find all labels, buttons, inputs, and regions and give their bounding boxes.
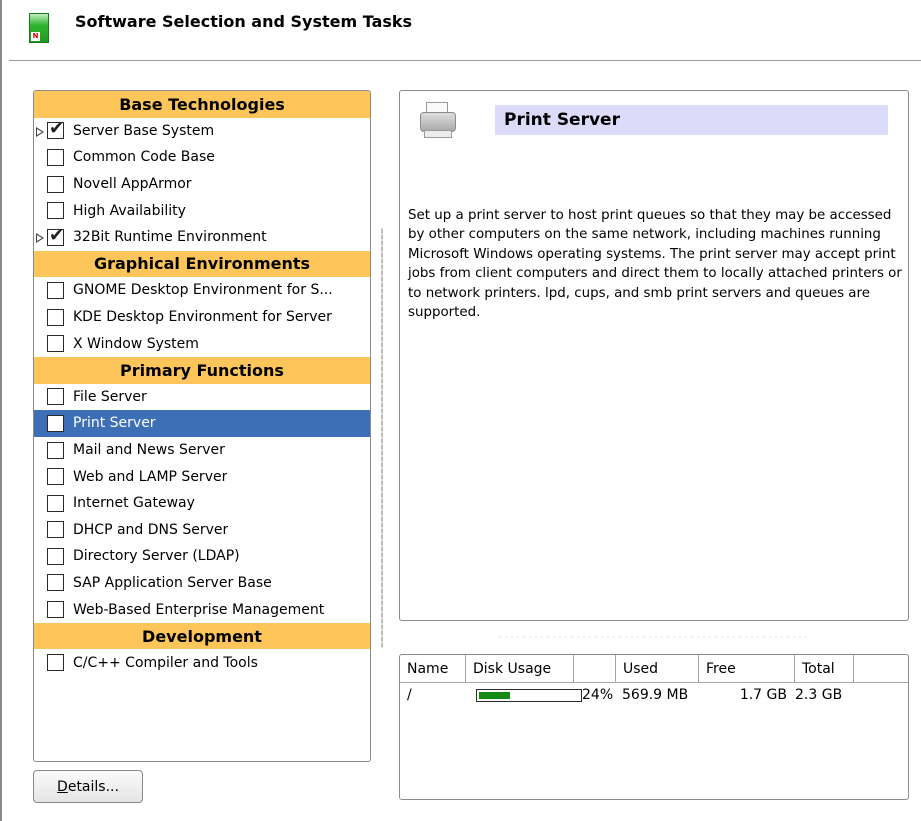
page-title: Software Selection and System Tasks: [75, 12, 413, 31]
pattern-checkbox[interactable]: [47, 574, 64, 592]
disk-usage-bar: [476, 689, 582, 702]
pattern-item[interactable]: Server Base System: [34, 118, 370, 145]
pattern-checkbox[interactable]: [47, 202, 64, 220]
window-left-edge: [0, 0, 2, 821]
pattern-item[interactable]: Directory Server (LDAP): [34, 543, 370, 570]
status-marker-icon: [36, 126, 44, 137]
pattern-item[interactable]: SAP Application Server Base: [34, 570, 370, 597]
pattern-item[interactable]: File Server: [34, 384, 370, 411]
pattern-label: KDE Desktop Environment for Server: [73, 309, 332, 326]
category-header: Development: [34, 622, 370, 650]
pattern-checkbox[interactable]: [47, 654, 64, 672]
pattern-checkbox[interactable]: [47, 601, 64, 619]
pattern-label: Server Base System: [73, 122, 215, 139]
pattern-item[interactable]: KDE Desktop Environment for Server: [34, 304, 370, 331]
disk-usage-fill: [479, 692, 510, 699]
pattern-label: High Availability: [73, 202, 186, 219]
column-header-total[interactable]: Total: [795, 655, 854, 682]
pattern-item[interactable]: DHCP and DNS Server: [34, 517, 370, 544]
pattern-checkbox[interactable]: [47, 225, 64, 246]
pattern-label: Internet Gateway: [73, 495, 195, 512]
pattern-item[interactable]: Common Code Base: [34, 144, 370, 171]
pattern-checkbox[interactable]: [47, 414, 64, 432]
table-row[interactable]: / 24% 569.9 MB 1.7 GB 2.3 GB: [400, 683, 908, 707]
title-separator: [9, 60, 921, 62]
description-panel: Print Server Set up a print server to ho…: [399, 90, 909, 621]
pattern-checkbox[interactable]: [47, 308, 64, 326]
category-header: Primary Functions: [34, 356, 370, 384]
cell-percent: 24%: [582, 687, 614, 703]
pattern-checkbox[interactable]: [47, 388, 64, 406]
pattern-checkbox[interactable]: [47, 148, 64, 166]
disk-usage-table: Name Disk Usage Used Free Total / 24% 56…: [399, 654, 909, 800]
pattern-item[interactable]: Web-Based Enterprise Management: [34, 596, 370, 623]
pattern-item[interactable]: C/C++ Compiler and Tools: [34, 649, 370, 676]
pattern-label: X Window System: [73, 335, 199, 352]
column-header-name[interactable]: Name: [400, 655, 466, 682]
pattern-label: Mail and News Server: [73, 442, 225, 459]
printer-icon: [418, 102, 458, 140]
pattern-label: Web-Based Enterprise Management: [73, 601, 325, 618]
disk-usage-header: Name Disk Usage Used Free Total: [400, 655, 908, 683]
pattern-list[interactable]: Base Technologies Server Base System Commo…: [33, 90, 371, 762]
pattern-item[interactable]: Print Server: [34, 410, 370, 437]
yast-software-icon: N: [29, 13, 49, 43]
pattern-item[interactable]: 32Bit Runtime Environment: [34, 224, 370, 251]
column-header-disk-usage[interactable]: Disk Usage: [466, 655, 574, 682]
pattern-label: File Server: [73, 388, 147, 405]
pattern-checkbox[interactable]: [47, 335, 64, 353]
pattern-label: Directory Server (LDAP): [73, 548, 240, 565]
column-header-free[interactable]: Free: [699, 655, 795, 682]
description-text: Set up a print server to host print queu…: [408, 208, 902, 321]
pattern-label: GNOME Desktop Environment for S...: [73, 282, 333, 299]
pattern-item[interactable]: X Window System: [34, 330, 370, 357]
pattern-checkbox[interactable]: [47, 521, 64, 539]
pattern-item[interactable]: High Availability: [34, 197, 370, 224]
vertical-splitter-handle[interactable]: [381, 228, 383, 648]
title-bar: N Software Selection and System Tasks: [2, 0, 921, 62]
novell-badge: N: [31, 32, 40, 41]
pattern-label: DHCP and DNS Server: [73, 521, 229, 538]
pattern-checkbox[interactable]: [47, 494, 64, 512]
status-marker-icon: [36, 232, 44, 243]
pattern-label: Print Server: [73, 415, 156, 432]
pattern-checkbox[interactable]: [47, 281, 64, 299]
pattern-checkbox[interactable]: [47, 468, 64, 486]
pattern-label: Web and LAMP Server: [73, 468, 228, 485]
pattern-label: Common Code Base: [73, 149, 215, 166]
pattern-checkbox[interactable]: [47, 547, 64, 565]
category-header: Base Technologies: [34, 91, 370, 118]
pattern-item[interactable]: Web and LAMP Server: [34, 463, 370, 490]
category-header: Graphical Environments: [34, 250, 370, 278]
pattern-checkbox[interactable]: [47, 175, 64, 193]
pattern-item[interactable]: GNOME Desktop Environment for S...: [34, 277, 370, 304]
pattern-label: C/C++ Compiler and Tools: [73, 654, 258, 671]
column-header-used[interactable]: Used: [616, 655, 699, 682]
pattern-item[interactable]: Internet Gateway: [34, 490, 370, 517]
horizontal-splitter-handle[interactable]: [497, 636, 807, 638]
pattern-item[interactable]: Novell AppArmor: [34, 171, 370, 198]
pattern-label: SAP Application Server Base: [73, 574, 272, 591]
details-button[interactable]: Details...: [33, 770, 143, 803]
cell-used: 569.9 MB: [622, 687, 689, 703]
column-header-percent[interactable]: [574, 655, 616, 682]
cell-free: 1.7 GB: [739, 687, 787, 703]
pattern-label: 32Bit Runtime Environment: [73, 229, 267, 246]
cell-mount-name: /: [407, 687, 412, 703]
pattern-checkbox[interactable]: [47, 441, 64, 459]
cell-total: 2.3 GB: [795, 687, 843, 703]
pattern-item[interactable]: Mail and News Server: [34, 437, 370, 464]
pattern-label: Novell AppArmor: [73, 176, 192, 193]
pattern-checkbox[interactable]: [47, 118, 64, 140]
description-heading: Print Server: [495, 105, 888, 135]
